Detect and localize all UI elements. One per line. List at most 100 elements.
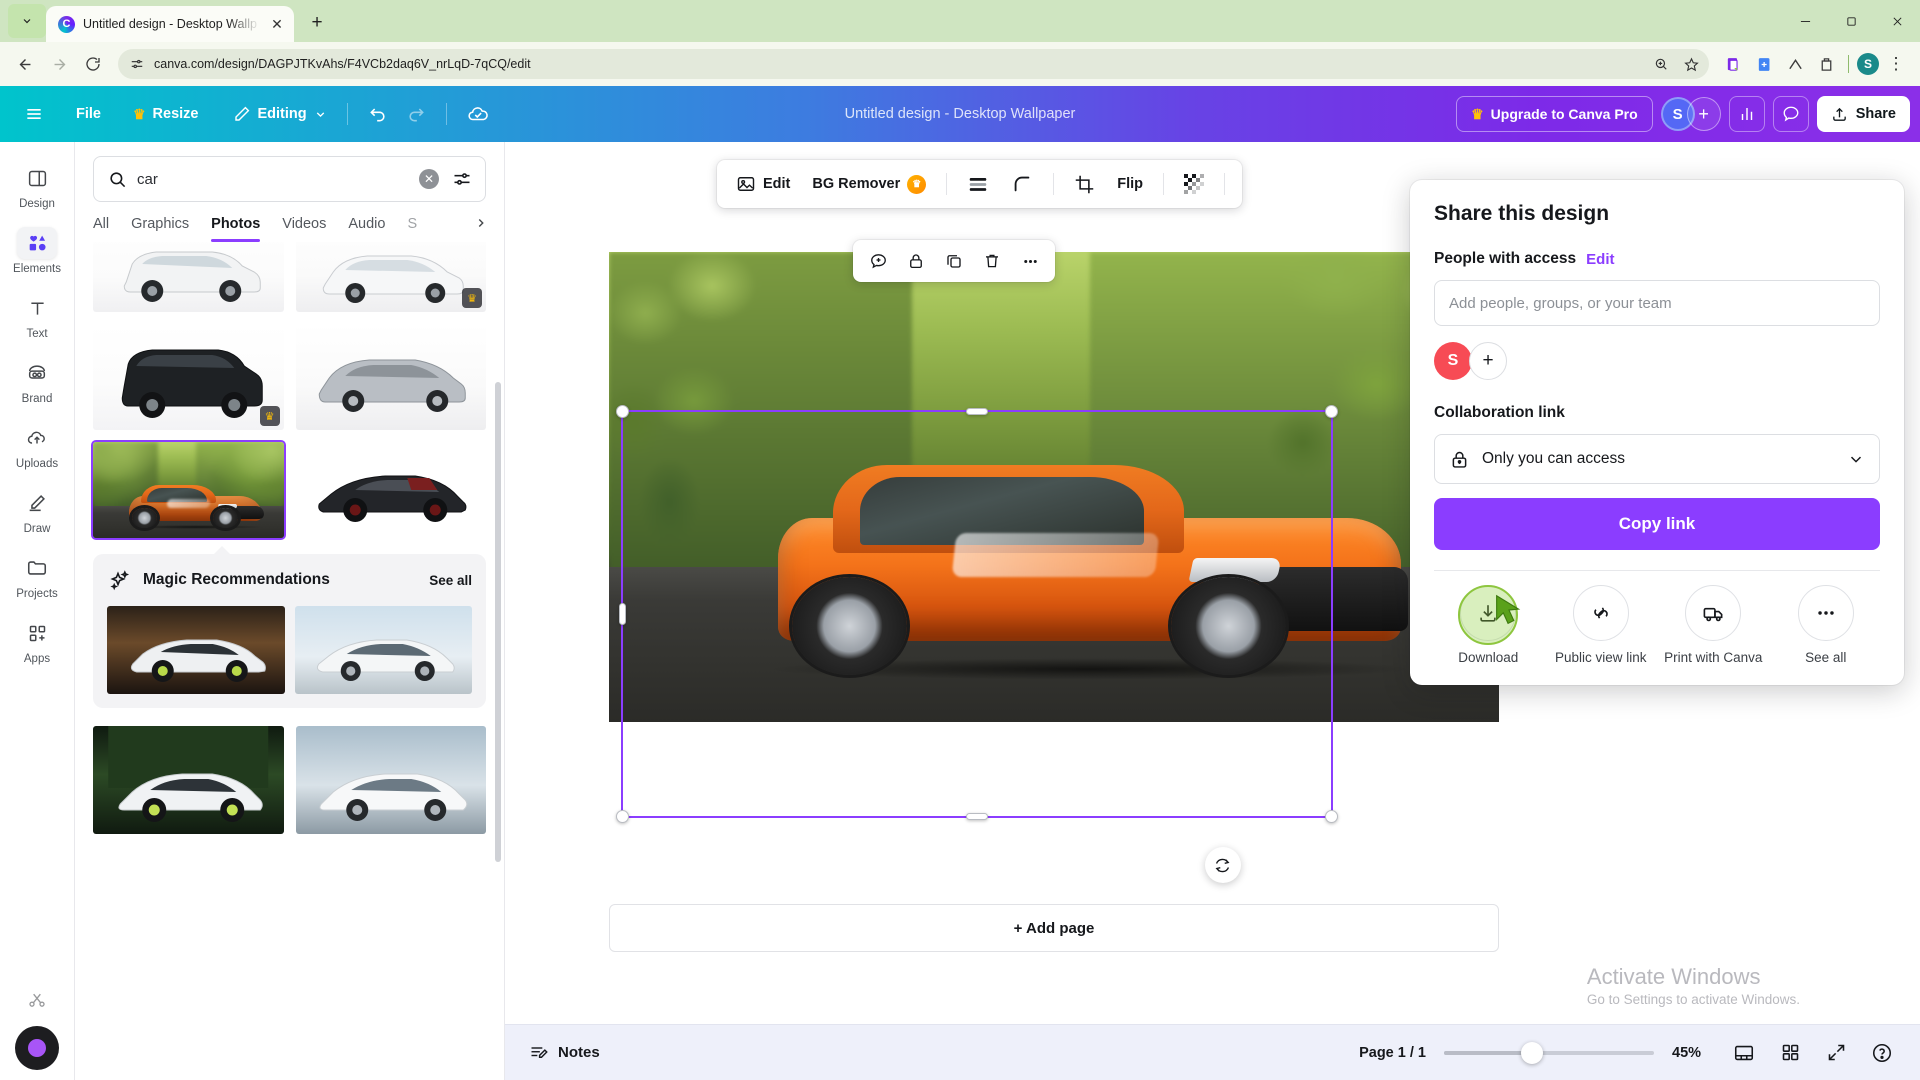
photo-result-item[interactable]: [295, 726, 486, 834]
canvas-photo-orange-mustang[interactable]: [609, 252, 1499, 722]
sidebar-item-draw[interactable]: Draw: [3, 479, 71, 541]
photo-result-item-selected[interactable]: [91, 440, 286, 540]
window-close-button[interactable]: [1874, 0, 1920, 42]
page-view-icon[interactable]: [1730, 1039, 1758, 1067]
photo-result-item[interactable]: [295, 324, 486, 430]
duplicate-button[interactable]: [937, 244, 971, 278]
zoom-indicator-icon[interactable]: [1654, 57, 1668, 71]
window-minimize-button[interactable]: [1782, 0, 1828, 42]
edit-image-button[interactable]: Edit: [727, 166, 799, 202]
fullscreen-icon[interactable]: [1822, 1039, 1850, 1067]
photo-result-item[interactable]: [93, 242, 284, 312]
sidebar-item-uploads[interactable]: Uploads: [3, 414, 71, 476]
canvas-area[interactable]: Edit BG Remover ♛ Flip + Add page Activa…: [505, 142, 1920, 1080]
transparency-button[interactable]: [1175, 166, 1213, 202]
upgrade-to-pro-button[interactable]: ♛ Upgrade to Canva Pro: [1456, 96, 1653, 132]
forward-button-icon[interactable]: [44, 49, 74, 79]
people-edit-link[interactable]: Edit: [1586, 251, 1614, 268]
sidebar-item-elements[interactable]: Elements: [3, 219, 71, 281]
resize-handle-bottom-left[interactable]: [616, 810, 629, 823]
bookmark-star-icon[interactable]: [1684, 57, 1699, 72]
reload-button-icon[interactable]: [78, 49, 108, 79]
photo-result-item[interactable]: ♛: [295, 242, 486, 312]
print-with-canva-action[interactable]: Print with Canva: [1659, 585, 1768, 667]
adjust-button[interactable]: [958, 166, 998, 202]
tab-graphics[interactable]: Graphics: [131, 216, 189, 242]
flip-button[interactable]: Flip: [1108, 166, 1152, 202]
comment-button[interactable]: [1772, 96, 1809, 132]
help-icon[interactable]: [1868, 1039, 1896, 1067]
download-action[interactable]: Download: [1434, 585, 1543, 667]
insights-button[interactable]: [1728, 96, 1765, 132]
file-menu-button[interactable]: File: [68, 97, 109, 131]
tab-photos[interactable]: Photos: [211, 216, 261, 242]
undo-button[interactable]: [360, 97, 396, 131]
rotate-handle-button[interactable]: [1204, 847, 1241, 883]
arc-extension-icon[interactable]: [1781, 50, 1809, 78]
saved-to-cloud-button[interactable]: [459, 97, 497, 131]
save-extension-icon[interactable]: [1812, 50, 1840, 78]
chevron-down-icon[interactable]: [1847, 450, 1865, 468]
tab-close-icon[interactable]: ✕: [268, 16, 286, 33]
tab-more[interactable]: S: [407, 216, 417, 242]
zoom-slider-knob[interactable]: [1521, 1041, 1544, 1064]
owner-avatar[interactable]: S: [1434, 342, 1472, 380]
delete-button[interactable]: [975, 244, 1009, 278]
tabs-next-chevron-icon[interactable]: [470, 212, 492, 234]
add-collaborator-button[interactable]: +: [1686, 97, 1721, 131]
back-button-icon[interactable]: [10, 49, 40, 79]
translate-icon[interactable]: [1750, 50, 1778, 78]
lock-button[interactable]: [899, 244, 933, 278]
public-view-link-action[interactable]: Public view link: [1547, 585, 1656, 667]
reading-list-icon[interactable]: [1719, 50, 1747, 78]
photo-result-item[interactable]: [93, 726, 284, 834]
magic-see-all-link[interactable]: See all: [429, 573, 472, 588]
sidebar-item-design[interactable]: Design: [3, 154, 71, 216]
window-maximize-button[interactable]: [1828, 0, 1874, 42]
tab-videos[interactable]: Videos: [282, 216, 326, 242]
notes-button[interactable]: Notes: [529, 1043, 600, 1063]
panel-scrollbar[interactable]: [495, 382, 501, 862]
clear-search-icon[interactable]: ✕: [419, 169, 439, 189]
browser-menu-icon[interactable]: ⋮: [1882, 50, 1910, 78]
bg-remover-button[interactable]: BG Remover ♛: [803, 166, 935, 202]
browser-profile-avatar[interactable]: S: [1857, 53, 1879, 75]
main-menu-button[interactable]: [16, 97, 52, 131]
address-bar[interactable]: canva.com/design/DAGPJTKvAhs/F4VCb2daq6V…: [118, 49, 1709, 79]
scissors-icon[interactable]: [17, 984, 57, 1016]
more-options-button[interactable]: [1013, 244, 1047, 278]
magic-thumb-item[interactable]: [107, 606, 285, 694]
resize-button[interactable]: ♛ Resize: [125, 97, 207, 131]
add-person-button[interactable]: +: [1469, 342, 1507, 380]
search-input[interactable]: car ✕: [93, 156, 486, 202]
crop-button[interactable]: [1065, 166, 1104, 202]
sidebar-item-brand[interactable]: Brand: [3, 349, 71, 411]
site-settings-icon[interactable]: [130, 57, 144, 71]
add-comment-button[interactable]: [861, 244, 895, 278]
zoom-slider[interactable]: [1444, 1041, 1654, 1064]
add-page-button[interactable]: + Add page: [609, 904, 1499, 952]
results-scroll-area[interactable]: ♛ ♛ Magic Recommendations See all: [75, 242, 504, 1080]
access-level-select[interactable]: Only you can access: [1434, 434, 1880, 484]
photo-result-item[interactable]: ♛: [93, 324, 284, 430]
invite-people-input[interactable]: Add people, groups, or your team: [1434, 280, 1880, 326]
filter-sliders-icon[interactable]: [449, 166, 475, 192]
redo-button[interactable]: [398, 97, 434, 131]
browser-tab[interactable]: C Untitled design - Desktop Wallp ✕: [46, 6, 294, 42]
new-tab-button[interactable]: +: [302, 8, 332, 38]
design-page[interactable]: [609, 252, 1499, 722]
corner-radius-button[interactable]: [1002, 166, 1042, 202]
sidebar-item-apps[interactable]: Apps: [3, 609, 71, 671]
resize-handle-bottom[interactable]: [966, 813, 988, 820]
photo-result-item[interactable]: [295, 442, 486, 538]
tab-all[interactable]: All: [93, 216, 109, 242]
see-all-action[interactable]: See all: [1772, 585, 1881, 667]
editing-mode-button[interactable]: Editing: [225, 97, 335, 131]
share-button[interactable]: Share: [1816, 96, 1910, 132]
tab-list-chevron-icon[interactable]: [8, 4, 46, 38]
magic-thumb-item[interactable]: [294, 606, 472, 694]
copy-link-button[interactable]: Copy link: [1434, 498, 1880, 550]
tab-audio[interactable]: Audio: [348, 216, 385, 242]
grid-view-icon[interactable]: [1776, 1039, 1804, 1067]
record-yourself-button[interactable]: [15, 1026, 59, 1070]
